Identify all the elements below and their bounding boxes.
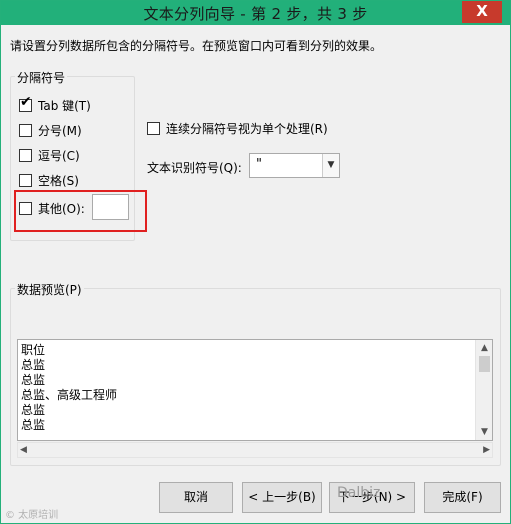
tab-checkbox[interactable]: ✔ bbox=[19, 95, 32, 112]
scroll-left-icon[interactable]: ◀ bbox=[20, 443, 27, 458]
preview-horizontal-scrollbar[interactable]: ◀ ▶ bbox=[17, 442, 493, 458]
preview-area[interactable]: 职位 总监 总监 总监、高级工程师 总监 总监 ▲ ▼ bbox=[17, 339, 493, 441]
text-wizard-dialog: 文本分列向导 - 第 2 步，共 3 步 X 请设置分列数据所包含的分隔符号。在… bbox=[0, 0, 511, 524]
preview-line: 总监、高级工程师 bbox=[21, 388, 118, 402]
space-option[interactable]: 空格(S) bbox=[19, 172, 79, 189]
preview-line: 总监 bbox=[21, 403, 46, 417]
text-qualifier-label: 文本识别符号(Q): bbox=[147, 161, 242, 175]
preview-line: 总监 bbox=[21, 418, 46, 432]
finish-button[interactable]: 完成(F) bbox=[424, 482, 501, 513]
space-checkbox[interactable] bbox=[19, 174, 32, 187]
watermark-left: © 太原培训 bbox=[5, 510, 59, 521]
preview-vertical-scrollbar[interactable]: ▲ ▼ bbox=[475, 340, 492, 440]
scroll-down-icon[interactable]: ▼ bbox=[476, 424, 492, 440]
consecutive-option[interactable]: 连续分隔符号视为单个处理(R) bbox=[147, 120, 328, 137]
highlight-box bbox=[14, 190, 147, 232]
cancel-button[interactable]: 取消 bbox=[159, 482, 233, 513]
text-qualifier-select[interactable]: " ▼ bbox=[249, 153, 340, 178]
consecutive-label: 连续分隔符号视为单个处理(R) bbox=[166, 122, 328, 136]
window-title: 文本分列向导 - 第 2 步，共 3 步 bbox=[143, 5, 368, 23]
chevron-down-icon[interactable]: ▼ bbox=[322, 154, 339, 177]
preview-line: 总监 bbox=[21, 373, 46, 387]
consecutive-checkbox[interactable] bbox=[147, 122, 160, 135]
comma-option[interactable]: 逗号(C) bbox=[19, 147, 80, 164]
watermark-right: Dalbiz bbox=[337, 485, 381, 501]
scroll-thumb[interactable] bbox=[479, 356, 490, 372]
close-button[interactable]: X bbox=[462, 1, 502, 23]
space-label: 空格(S) bbox=[38, 174, 79, 188]
tab-option[interactable]: ✔ Tab 键(T) bbox=[19, 95, 91, 114]
text-qualifier-value: " bbox=[256, 157, 262, 172]
instruction-text: 请设置分列数据所包含的分隔符号。在预览窗口内可看到分列的效果。 bbox=[10, 39, 383, 53]
title-bar: 文本分列向导 - 第 2 步，共 3 步 X bbox=[1, 1, 510, 25]
comma-label: 逗号(C) bbox=[38, 149, 80, 163]
check-mark-icon: ✔ bbox=[20, 94, 32, 110]
preview-line: 职位 bbox=[21, 343, 46, 357]
back-button[interactable]: < 上一步(B) bbox=[242, 482, 322, 513]
preview-group-label: 数据预览(P) bbox=[15, 281, 84, 298]
semicolon-label: 分号(M) bbox=[38, 124, 82, 138]
preview-line: 总监 bbox=[21, 358, 46, 372]
scroll-right-icon[interactable]: ▶ bbox=[483, 443, 490, 458]
semicolon-checkbox[interactable] bbox=[19, 124, 32, 137]
semicolon-option[interactable]: 分号(M) bbox=[19, 122, 82, 139]
scroll-up-icon[interactable]: ▲ bbox=[476, 340, 492, 356]
tab-label: Tab 键(T) bbox=[38, 99, 91, 113]
comma-checkbox[interactable] bbox=[19, 149, 32, 162]
delimiters-group-label: 分隔符号 bbox=[15, 69, 68, 86]
